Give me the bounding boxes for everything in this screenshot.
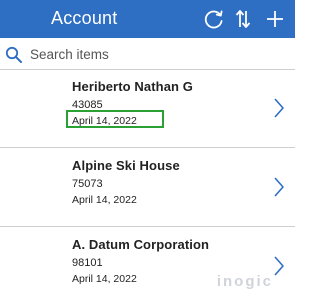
item-code: 75073 (72, 178, 103, 190)
search-input[interactable] (30, 42, 280, 66)
item-date: April 14, 2022 (72, 115, 137, 127)
search-icon (4, 45, 24, 65)
page-title: Account (51, 8, 118, 28)
search-bar (0, 38, 295, 70)
watermark-logo: inogic (216, 273, 273, 290)
item-name: A. Datum Corporation (72, 237, 210, 252)
app-header: Account (0, 0, 295, 38)
refresh-icon[interactable] (202, 7, 226, 31)
item-name: Alpine Ski House (72, 158, 180, 173)
chevron-right-icon[interactable] (273, 97, 285, 119)
sort-icon[interactable] (233, 7, 253, 31)
item-date: April 14, 2022 (72, 194, 137, 206)
list-item[interactable]: Alpine Ski House 75073 April 14, 2022 (0, 149, 295, 227)
chevron-right-icon[interactable] (273, 255, 285, 277)
chevron-right-icon[interactable] (273, 176, 285, 198)
list-item[interactable]: Heriberto Nathan G 43085 April 14, 2022 (0, 70, 295, 148)
add-icon[interactable] (264, 7, 286, 31)
item-name: Heriberto Nathan G (72, 79, 193, 94)
item-code: 43085 (72, 99, 103, 111)
item-date: April 14, 2022 (72, 273, 137, 285)
item-code: 98101 (72, 257, 103, 269)
